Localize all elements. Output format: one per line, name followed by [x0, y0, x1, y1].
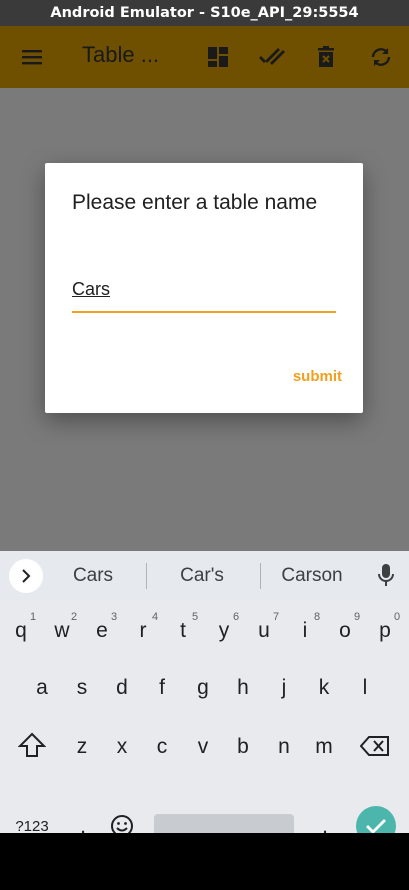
hint-2: 2 [71, 611, 78, 623]
check-icon [366, 819, 386, 833]
delete-icon[interactable] [311, 42, 341, 72]
suggestion-2[interactable]: Car's [170, 565, 234, 587]
key-c[interactable]: c [142, 735, 182, 759]
expand-suggestions-button[interactable] [9, 559, 43, 593]
key-v[interactable]: v [183, 735, 223, 759]
key-n[interactable]: n [264, 735, 304, 759]
device-screen: Table ... Please enter a table name Cars… [0, 26, 409, 833]
backspace-icon[interactable] [359, 736, 390, 760]
table-name-input[interactable]: Cars [72, 277, 336, 315]
space-bar[interactable] [154, 814, 294, 833]
key-l[interactable]: l [345, 676, 385, 700]
hint-6: 6 [233, 611, 240, 623]
hint-8: 8 [314, 611, 321, 623]
emoji-icon[interactable] [110, 814, 134, 833]
symbols-key[interactable]: ?123 [12, 818, 52, 833]
table-name-value[interactable]: Cars [72, 279, 110, 300]
input-underline [72, 311, 336, 313]
chevron-right-icon [22, 569, 31, 583]
window-title: Android Emulator - S10e_API_29:5554 [0, 0, 409, 26]
suggestion-strip: Cars Car's Carson [0, 551, 409, 601]
done-all-icon[interactable] [257, 42, 287, 72]
key-g[interactable]: g [183, 676, 223, 700]
key-b[interactable]: b [223, 735, 263, 759]
sync-icon[interactable] [366, 42, 396, 72]
app-title: Table ... [82, 42, 160, 67]
enter-button[interactable] [356, 806, 396, 833]
app-bar: Table ... [0, 26, 409, 88]
key-h[interactable]: h [223, 676, 263, 700]
hint-7: 7 [273, 611, 280, 623]
key-k[interactable]: k [304, 676, 344, 700]
key-a[interactable]: a [22, 676, 62, 700]
hint-9: 9 [354, 611, 361, 623]
period-key[interactable]: . [305, 815, 345, 833]
dialog-title: Please enter a table name [72, 191, 318, 214]
key-s[interactable]: s [62, 676, 102, 700]
hint-3: 3 [111, 611, 118, 623]
key-m[interactable]: m [304, 735, 344, 759]
hint-0: 0 [394, 611, 401, 623]
keyboard-keys: q 1 w 2 e 3 r 4 t 5 y 6 u 7 i 8 o 9 p 0 … [0, 601, 409, 833]
key-x[interactable]: x [102, 735, 142, 759]
dashboard-icon[interactable] [203, 42, 233, 72]
menu-icon[interactable] [17, 42, 47, 72]
hint-1: 1 [30, 611, 37, 623]
submit-button[interactable]: submit [293, 368, 342, 385]
key-z[interactable]: z [62, 735, 102, 759]
table-name-dialog: Please enter a table name Cars submit [45, 163, 363, 413]
suggestion-3[interactable]: Carson [276, 565, 348, 587]
key-f[interactable]: f [142, 676, 182, 700]
shift-icon[interactable] [17, 732, 47, 762]
mic-icon[interactable] [376, 563, 396, 593]
comma-key[interactable]: , [63, 815, 103, 833]
soft-keyboard: Cars Car's Carson q 1 w 2 e 3 r 4 t 5 y … [0, 551, 409, 833]
key-j[interactable]: j [264, 676, 304, 700]
suggestion-divider [146, 563, 147, 589]
hint-5: 5 [192, 611, 199, 623]
hint-4: 4 [152, 611, 159, 623]
suggestion-1[interactable]: Cars [63, 565, 123, 587]
system-nav-bar [0, 833, 409, 890]
suggestion-divider [260, 563, 261, 589]
key-d[interactable]: d [102, 676, 142, 700]
